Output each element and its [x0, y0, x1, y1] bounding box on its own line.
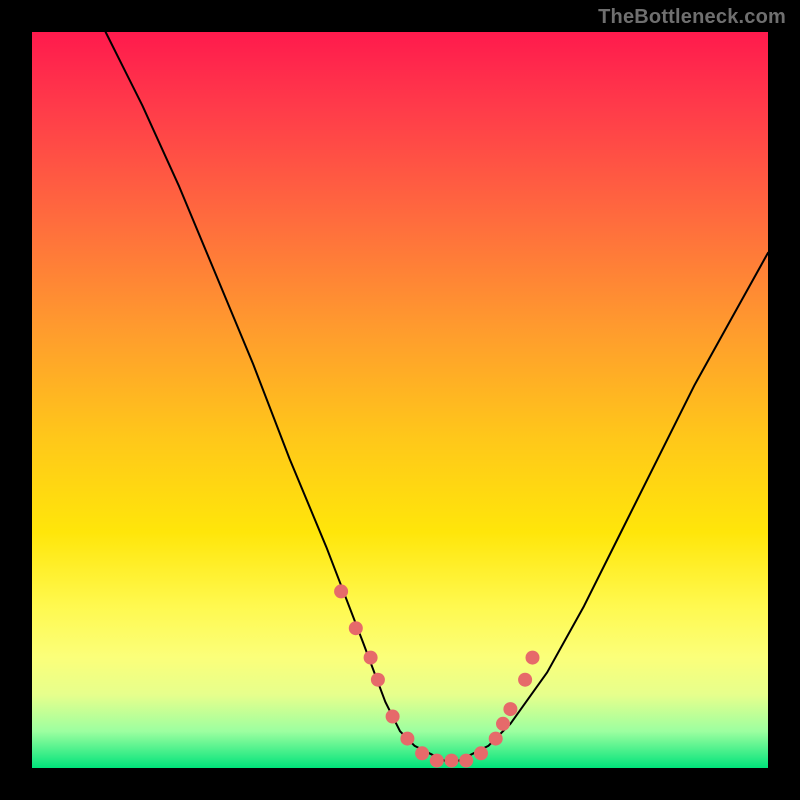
marker-group [334, 584, 539, 767]
marker-dot [371, 673, 385, 687]
marker-dot [349, 621, 363, 635]
marker-dot [489, 732, 503, 746]
marker-dot [430, 754, 444, 768]
chart-plot-area [32, 32, 768, 768]
bottleneck-curve [106, 32, 768, 761]
marker-dot [503, 702, 517, 716]
chart-svg [32, 32, 768, 768]
marker-dot [518, 673, 532, 687]
watermark-text: TheBottleneck.com [598, 6, 786, 29]
marker-dot [474, 746, 488, 760]
marker-dot [526, 651, 540, 665]
marker-dot [364, 651, 378, 665]
marker-dot [459, 754, 473, 768]
marker-dot [334, 584, 348, 598]
marker-dot [445, 754, 459, 768]
marker-dot [400, 732, 414, 746]
marker-dot [496, 717, 510, 731]
marker-dot [386, 710, 400, 724]
marker-dot [415, 746, 429, 760]
